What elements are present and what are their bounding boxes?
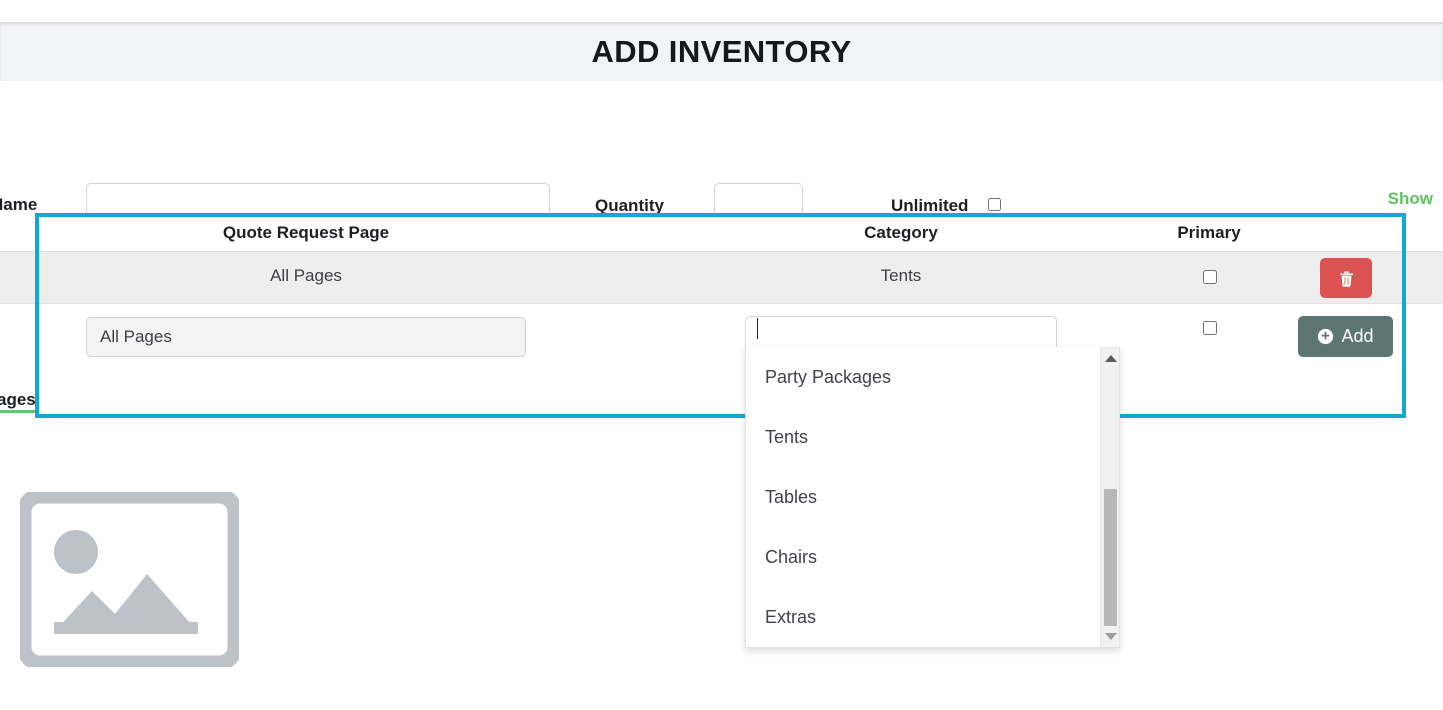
plus-circle-icon xyxy=(1318,328,1334,345)
cell-category: Tents xyxy=(880,266,922,285)
unlimited-label: Unlimited xyxy=(891,196,969,215)
table-header-row: Quote Request Page Category Primary xyxy=(0,214,1443,252)
delete-row-button[interactable] xyxy=(1320,258,1372,298)
trash-icon xyxy=(1339,270,1353,287)
image-placeholder-icon xyxy=(20,492,239,667)
unlimited-checkbox[interactable] xyxy=(988,198,1001,211)
text-caret xyxy=(757,318,758,339)
list-item[interactable]: Chairs xyxy=(746,527,1101,587)
column-header-quote-request-page: Quote Request Page xyxy=(222,223,390,242)
column-header-category: Category xyxy=(864,223,938,242)
category-autocomplete-dropdown[interactable]: Party Packages Tents Tables Chairs Extra… xyxy=(745,347,1120,648)
modal-header: ADD INVENTORY xyxy=(0,22,1443,81)
table-row: All Pages Tents xyxy=(0,252,1443,304)
scroll-down-arrow-icon[interactable] xyxy=(1101,628,1119,645)
quantity-label: Quantity xyxy=(595,196,664,215)
inventory-form-row: Name Quantity Unlimited Show Advanced Op… xyxy=(0,81,1443,264)
list-item[interactable]: Tents xyxy=(746,407,1101,467)
table-new-row: Add xyxy=(0,304,1443,409)
quote-request-page-table: Quote Request Page Category Primary All … xyxy=(0,214,1443,409)
dropdown-option-list: Party Packages Tents Tables Chairs Extra… xyxy=(746,347,1101,647)
add-button[interactable]: Add xyxy=(1298,316,1393,357)
list-item[interactable]: Party Packages xyxy=(746,347,1101,407)
list-item[interactable]: Extras xyxy=(746,587,1101,647)
scrollbar-thumb[interactable] xyxy=(1104,489,1117,626)
add-button-label: Add xyxy=(1341,326,1374,346)
list-item[interactable]: Tables xyxy=(746,467,1101,527)
name-label: Name xyxy=(0,195,38,214)
add-inventory-modal: ADD INVENTORY Name Quantity Unlimited Sh… xyxy=(0,0,1443,710)
dropdown-scrollbar[interactable] xyxy=(1100,347,1119,647)
primary-checkbox-new-row[interactable] xyxy=(1203,321,1217,335)
page-title: ADD INVENTORY xyxy=(591,34,852,69)
primary-checkbox-row-1[interactable] xyxy=(1203,270,1217,284)
images-section-label: ages xyxy=(0,390,36,413)
column-header-primary: Primary xyxy=(1177,223,1241,242)
scroll-up-arrow-icon[interactable] xyxy=(1101,350,1119,367)
cell-quote-request-page: All Pages xyxy=(270,266,342,285)
quote-request-page-input[interactable] xyxy=(86,317,526,357)
